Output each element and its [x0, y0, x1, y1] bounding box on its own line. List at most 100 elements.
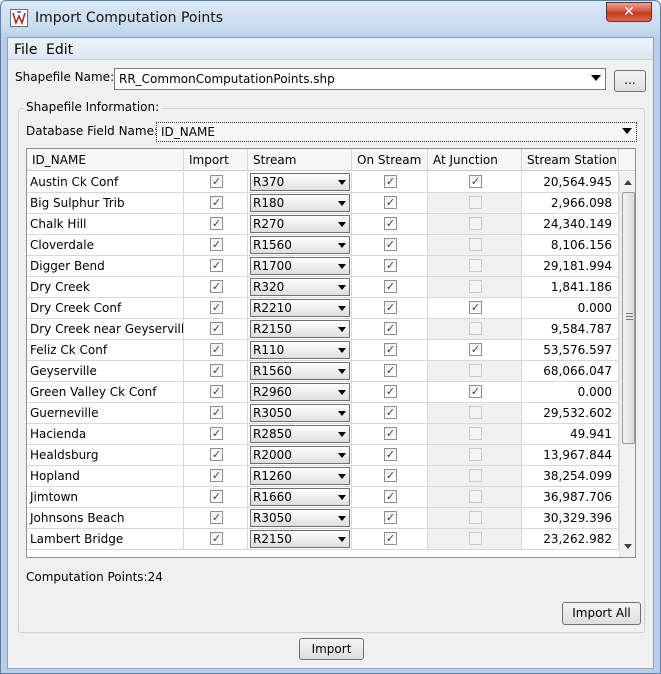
import-checkbox[interactable]: [210, 511, 223, 524]
on-stream-checkbox[interactable]: [384, 259, 397, 272]
col-id-name[interactable]: ID_NAME: [27, 149, 184, 171]
at-junction-checkbox[interactable]: [469, 343, 482, 356]
stream-select[interactable]: R2150: [250, 320, 350, 338]
chevron-down-icon: [338, 369, 346, 374]
table-row[interactable]: Green Valley Ck Conf R2960 0.000: [27, 382, 619, 403]
on-stream-checkbox[interactable]: [384, 469, 397, 482]
table-row[interactable]: Hacienda R2850 49.941: [27, 424, 619, 445]
on-stream-checkbox[interactable]: [384, 448, 397, 461]
stream-select[interactable]: R1560: [250, 362, 350, 380]
stream-select[interactable]: R320: [250, 278, 350, 296]
vertical-scrollbar[interactable]: [619, 172, 635, 557]
col-stream[interactable]: Stream: [248, 149, 352, 171]
col-on-stream[interactable]: On Stream: [352, 149, 428, 171]
table-row[interactable]: Digger Bend R1700 29,181.994: [27, 256, 619, 277]
scroll-thumb[interactable]: [622, 192, 635, 444]
on-stream-checkbox[interactable]: [384, 343, 397, 356]
col-stream-station[interactable]: Stream Station: [522, 149, 619, 171]
import-checkbox[interactable]: [210, 322, 223, 335]
table-row[interactable]: Chalk Hill R270 24,340.149: [27, 214, 619, 235]
table-row[interactable]: Healdsburg R2000 13,967.844: [27, 445, 619, 466]
table-row[interactable]: Dry Creek R320 1,841.186: [27, 277, 619, 298]
on-stream-checkbox[interactable]: [384, 175, 397, 188]
shapefile-select[interactable]: RR_CommonComputationPoints.shp: [114, 68, 606, 90]
browse-button[interactable]: ...: [614, 70, 646, 92]
table-row[interactable]: Hopland R1260 38,254.099: [27, 466, 619, 487]
title-bar[interactable]: Import Computation Points ✕: [1, 1, 660, 37]
col-at-junction[interactable]: At Junction: [428, 149, 522, 171]
table-row[interactable]: Big Sulphur Trib R180 2,966.098: [27, 193, 619, 214]
table-row[interactable]: Johnsons Beach R3050 30,329.396: [27, 508, 619, 529]
cell-on-stream: [352, 466, 428, 486]
import-checkbox[interactable]: [210, 469, 223, 482]
stream-select[interactable]: R1660: [250, 488, 350, 506]
menu-edit[interactable]: Edit: [46, 42, 73, 58]
table-row[interactable]: Austin Ck Conf R370 20,564.945: [27, 172, 619, 193]
col-import[interactable]: Import: [184, 149, 248, 171]
scroll-up-icon[interactable]: [624, 180, 632, 185]
on-stream-checkbox[interactable]: [384, 238, 397, 251]
import-checkbox[interactable]: [210, 490, 223, 503]
on-stream-checkbox[interactable]: [384, 427, 397, 440]
stream-select[interactable]: R1260: [250, 467, 350, 485]
close-button[interactable]: ✕: [606, 2, 652, 22]
import-checkbox[interactable]: [210, 259, 223, 272]
on-stream-checkbox[interactable]: [384, 532, 397, 545]
on-stream-checkbox[interactable]: [384, 511, 397, 524]
import-checkbox[interactable]: [210, 301, 223, 314]
on-stream-checkbox[interactable]: [384, 322, 397, 335]
on-stream-checkbox[interactable]: [384, 385, 397, 398]
stream-select[interactable]: R180: [250, 194, 350, 212]
scroll-down-icon[interactable]: [624, 544, 632, 549]
stream-value: R1560: [253, 238, 292, 252]
import-checkbox[interactable]: [210, 238, 223, 251]
stream-select[interactable]: R2150: [250, 530, 350, 548]
db-field-select[interactable]: ID_NAME: [156, 122, 637, 142]
table-row[interactable]: Lambert Bridge R2150 23,262.982: [27, 529, 619, 550]
chevron-down-icon: [338, 243, 346, 248]
import-checkbox[interactable]: [210, 406, 223, 419]
import-checkbox[interactable]: [210, 196, 223, 209]
stream-select[interactable]: R2000: [250, 446, 350, 464]
on-stream-checkbox[interactable]: [384, 280, 397, 293]
table-row[interactable]: Feliz Ck Conf R110 53,576.597: [27, 340, 619, 361]
import-checkbox[interactable]: [210, 175, 223, 188]
stream-select[interactable]: R1700: [250, 257, 350, 275]
import-checkbox[interactable]: [210, 427, 223, 440]
on-stream-checkbox[interactable]: [384, 490, 397, 503]
import-checkbox[interactable]: [210, 280, 223, 293]
on-stream-checkbox[interactable]: [384, 301, 397, 314]
import-all-button[interactable]: Import All: [562, 602, 641, 625]
table-row[interactable]: Guerneville R3050 29,532.602: [27, 403, 619, 424]
table-row[interactable]: Cloverdale R1560 8,106.156: [27, 235, 619, 256]
on-stream-checkbox[interactable]: [384, 196, 397, 209]
table-row[interactable]: Jimtown R1660 36,987.706: [27, 487, 619, 508]
import-button[interactable]: Import: [299, 638, 364, 660]
import-checkbox[interactable]: [210, 364, 223, 377]
import-checkbox[interactable]: [210, 217, 223, 230]
table-row[interactable]: Geyserville R1560 68,066.047: [27, 361, 619, 382]
stream-select[interactable]: R3050: [250, 509, 350, 527]
stream-select[interactable]: R1560: [250, 236, 350, 254]
menu-file[interactable]: File: [14, 42, 37, 58]
import-checkbox[interactable]: [210, 448, 223, 461]
on-stream-checkbox[interactable]: [384, 217, 397, 230]
import-checkbox[interactable]: [210, 385, 223, 398]
cell-stream: R2850: [248, 424, 352, 444]
import-checkbox[interactable]: [210, 532, 223, 545]
table-row[interactable]: Dry Creek Conf R2210 0.000: [27, 298, 619, 319]
stream-select[interactable]: R270: [250, 215, 350, 233]
stream-select[interactable]: R3050: [250, 404, 350, 422]
on-stream-checkbox[interactable]: [384, 364, 397, 377]
at-junction-checkbox[interactable]: [469, 175, 482, 188]
at-junction-checkbox[interactable]: [469, 301, 482, 314]
stream-select[interactable]: R2210: [250, 299, 350, 317]
import-checkbox[interactable]: [210, 343, 223, 356]
stream-select[interactable]: R2960: [250, 383, 350, 401]
stream-select[interactable]: R370: [250, 173, 350, 191]
on-stream-checkbox[interactable]: [384, 406, 397, 419]
stream-select[interactable]: R2850: [250, 425, 350, 443]
at-junction-checkbox[interactable]: [469, 385, 482, 398]
stream-select[interactable]: R110: [250, 341, 350, 359]
table-row[interactable]: Dry Creek near Geyserville R2150 9,584.787: [27, 319, 619, 340]
